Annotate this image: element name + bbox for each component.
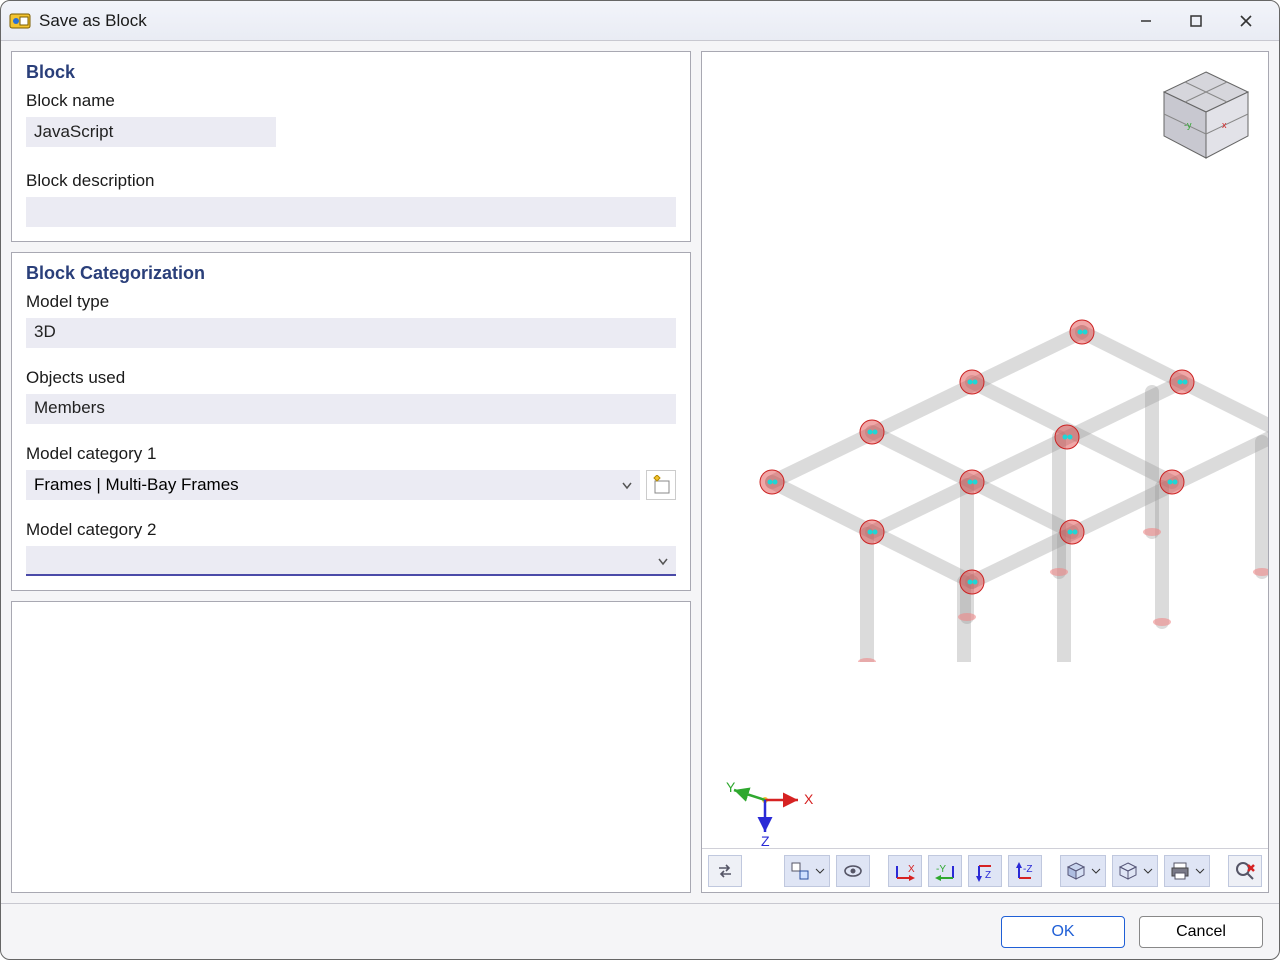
ok-button[interactable]: OK: [1001, 916, 1125, 948]
viewport-toolbar: X -Y: [702, 848, 1268, 892]
categorization-panel: Block Categorization Model type 3D Objec…: [11, 252, 691, 591]
svg-text:Z: Z: [985, 870, 991, 881]
cat1-label: Model category 1: [26, 444, 676, 464]
maximize-icon: [1189, 14, 1203, 28]
model-type-value: 3D: [26, 318, 676, 348]
chevron-down-icon: [815, 866, 825, 876]
axis-z-label: Z: [761, 833, 770, 849]
axis-z-down-icon: Z: [973, 860, 997, 882]
app-icon: [9, 10, 31, 32]
svg-text:-Z: -Z: [1023, 864, 1032, 875]
cat2-combo[interactable]: [26, 546, 676, 576]
wireframe-button[interactable]: [1112, 855, 1158, 887]
visibility-icon: [842, 860, 864, 882]
swap-button[interactable]: [708, 855, 742, 887]
axis-y-icon: -Y: [933, 860, 957, 882]
svg-text:-y: -y: [1184, 120, 1192, 130]
visibility-button[interactable]: [836, 855, 870, 887]
minimize-button[interactable]: [1121, 3, 1171, 39]
close-button[interactable]: [1221, 3, 1271, 39]
chevron-down-icon: [1143, 866, 1153, 876]
print-icon: [1169, 860, 1191, 882]
left-column: Block Block name Block description Block…: [11, 51, 691, 893]
titlebar: Save as Block: [1, 1, 1279, 41]
chevron-down-icon: [1195, 866, 1205, 876]
model-preview: [742, 202, 1269, 622]
orientation-cube[interactable]: -y x: [1158, 66, 1254, 162]
new-category-button[interactable]: [646, 470, 676, 500]
axes-gizmo: X Y Z: [720, 780, 810, 840]
cat1-value: Frames | Multi-Bay Frames: [34, 475, 239, 495]
cat2-label: Model category 2: [26, 520, 676, 540]
cat1-combo[interactable]: Frames | Multi-Bay Frames: [26, 470, 640, 500]
dialog-body: Block Block name Block description Block…: [1, 41, 1279, 903]
categorization-section-title: Block Categorization: [26, 263, 676, 284]
chevron-down-icon: [1091, 866, 1101, 876]
window-title: Save as Block: [39, 11, 147, 31]
close-icon: [1239, 14, 1253, 28]
model-type-label: Model type: [26, 292, 676, 312]
chevron-down-icon: [620, 478, 634, 492]
empty-panel: [11, 601, 691, 893]
units-button[interactable]: [784, 855, 830, 887]
view-y-button[interactable]: -Y: [928, 855, 962, 887]
view-z-up-button[interactable]: -Z: [1008, 855, 1042, 887]
block-section-title: Block: [26, 62, 676, 83]
axis-x-icon: X: [893, 860, 917, 882]
axis-z-up-icon: -Z: [1013, 860, 1037, 882]
block-name-input[interactable]: [26, 117, 276, 147]
print-button[interactable]: [1164, 855, 1210, 887]
dialog-window: Save as Block Block Block name Block des…: [0, 0, 1280, 960]
wireframe-icon: [1117, 860, 1139, 882]
maximize-button[interactable]: [1171, 3, 1221, 39]
svg-text:X: X: [908, 864, 915, 875]
view-z-down-button[interactable]: Z: [968, 855, 1002, 887]
objects-used-label: Objects used: [26, 368, 676, 388]
block-name-label: Block name: [26, 91, 676, 111]
svg-text:-Y: -Y: [936, 864, 946, 875]
minimize-icon: [1139, 14, 1153, 28]
block-desc-input[interactable]: [26, 197, 676, 227]
find-delete-icon: [1234, 860, 1256, 882]
block-panel: Block Block name Block description: [11, 51, 691, 242]
units-dropdown-icon: [789, 860, 811, 882]
new-item-icon: [651, 475, 671, 495]
swap-icon: [714, 860, 736, 882]
axis-x-label: X: [804, 791, 814, 807]
view-x-button[interactable]: X: [888, 855, 922, 887]
box-view-icon: [1065, 860, 1087, 882]
chevron-down-icon: [656, 554, 670, 568]
box-view-button[interactable]: [1060, 855, 1106, 887]
svg-text:x: x: [1222, 120, 1227, 130]
right-column: -y x: [701, 51, 1269, 893]
cancel-button[interactable]: Cancel: [1139, 916, 1263, 948]
axis-y-label: Y: [726, 780, 736, 795]
find-delete-button[interactable]: [1228, 855, 1262, 887]
dialog-footer: OK Cancel: [1, 903, 1279, 959]
preview-viewport[interactable]: -y x: [701, 51, 1269, 893]
objects-used-value: Members: [26, 394, 676, 424]
block-desc-label: Block description: [26, 171, 676, 191]
